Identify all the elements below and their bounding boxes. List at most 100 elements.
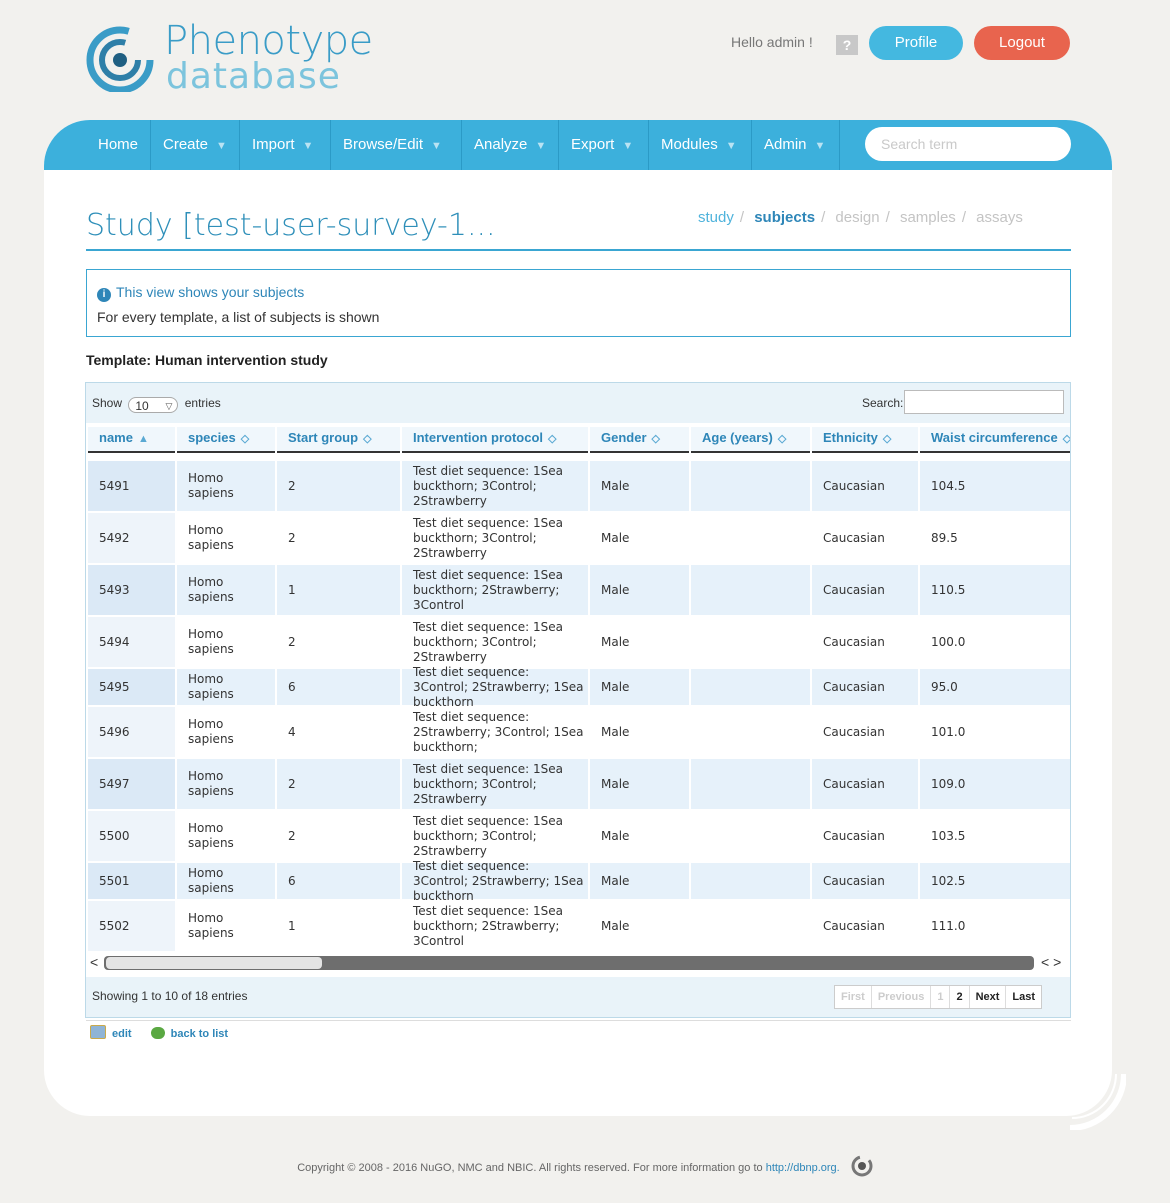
cell-text: 2 (288, 530, 296, 545)
nav-create[interactable]: Create ▼ (163, 120, 227, 170)
cell-text: Test diet sequence: 1Sea buckthorn; 2Str… (413, 567, 563, 612)
col-waist-circumference-cell: 104.5 (920, 461, 1070, 511)
breadcrumb: study / subjects / design / samples / assays (698, 209, 1023, 226)
col-ethnicity-label: Ethnicity (823, 430, 878, 445)
col-waist-circumference-cell: 100.0 (920, 617, 1070, 667)
page-next[interactable]: Next (970, 986, 1007, 1008)
cell-text: Test diet sequence: 1Sea buckthorn; 3Con… (413, 463, 563, 508)
cell-text: Test diet sequence: 1Sea buckthorn; 3Con… (413, 619, 563, 664)
chevron-down-icon: ▼ (622, 140, 634, 152)
crumb-samples[interactable]: samples (900, 209, 956, 226)
footer-link[interactable]: http://dbnp.org. (766, 1162, 840, 1174)
nav-home[interactable]: Home (98, 120, 138, 170)
col-species-cell: Homo sapiens (177, 461, 275, 511)
col-ethnicity-header[interactable]: Ethnicity ◇ (812, 427, 918, 453)
chevron-right-icon[interactable]: <> (1041, 954, 1065, 970)
crumb-subjects[interactable]: subjects (754, 209, 815, 226)
logo-swirl-icon (86, 26, 154, 92)
nav-import[interactable]: Import ▼ (252, 120, 313, 170)
cell-text: Caucasian (823, 634, 885, 649)
table-row[interactable]: 5500 Homo sapiens 2 Test diet sequence: 1Se… (86, 811, 1070, 863)
back-arrow-icon (150, 1027, 165, 1039)
col-species-cell: Homo sapiens (177, 513, 275, 563)
nav-admin[interactable]: Admin ▼ (764, 120, 825, 170)
sort-icon: ◇ (363, 433, 372, 445)
cell-text: Test diet sequence: 3Control; 2Strawberr… (413, 858, 584, 903)
table-row[interactable]: 5497 Homo sapiens 2 Test diet sequence: 1Se… (86, 759, 1070, 811)
page-first[interactable]: First (835, 986, 872, 1008)
profile-button[interactable]: Profile (869, 26, 963, 60)
help-icon[interactable]: ? (836, 35, 858, 55)
nav-analyze[interactable]: Analyze ▼ (474, 120, 546, 170)
nav-modules-label: Modules (661, 136, 718, 153)
table-row[interactable]: 5501 Homo sapiens 6 Test diet sequence: 3Co… (86, 859, 1070, 903)
page-footer: Copyright © 2008 - 2016 NuGO, NMC and NB… (0, 1155, 1170, 1177)
chevron-down-icon: ▼ (535, 140, 547, 152)
table-row[interactable]: 5495 Homo sapiens 6 Test diet sequence: 3Co… (86, 665, 1070, 709)
col-name-cell: 5495 (88, 669, 175, 705)
logout-button[interactable]: Logout (974, 26, 1070, 60)
col-gender-cell: Male (590, 707, 689, 757)
col-waist-circumference-cell: 101.0 (920, 707, 1070, 757)
col-ethnicity-cell: Caucasian (812, 707, 918, 757)
edit-label: edit (112, 1028, 132, 1040)
nav-modules[interactable]: Modules ▼ (661, 120, 737, 170)
entries-select[interactable]: 10 ▽ (128, 397, 179, 413)
sort-icon: ◇ (777, 433, 787, 445)
col-age-header[interactable]: Age (years) ◇ (691, 427, 810, 453)
col-gender-header[interactable]: Gender ◇ (590, 427, 689, 453)
col-start-group-header[interactable]: Start group ◇ (277, 427, 400, 453)
cell-text: Test diet sequence: 1Sea buckthorn; 3Con… (413, 515, 563, 560)
chevron-down-icon: ▼ (431, 140, 442, 152)
col-species-header[interactable]: species ◇ (177, 427, 275, 453)
col-name-cell: 5500 (88, 811, 175, 861)
edit-link[interactable]: edit (90, 1025, 132, 1040)
table-row[interactable]: 5492 Homo sapiens 2 Test diet sequence: 1Se… (86, 513, 1070, 565)
col-intervention-protocol-cell: Test diet sequence: 1Sea buckthorn; 3Con… (402, 811, 588, 861)
col-waist-circumference-cell: 103.5 (920, 811, 1070, 861)
col-name-label: name (99, 430, 133, 445)
cell-text: Homo sapiens (188, 523, 234, 552)
crumb-design[interactable]: design (835, 209, 879, 226)
page-actions: edit back to list (90, 1025, 244, 1040)
corner-decoration (1069, 1073, 1126, 1130)
col-name-header[interactable]: name ▲ (88, 427, 175, 453)
horizontal-scrollbar[interactable]: < <> (86, 953, 1070, 973)
page-1[interactable]: 1 (931, 986, 951, 1008)
nav-admin-label: Admin (764, 136, 807, 153)
col-ethnicity-cell: Caucasian (812, 617, 918, 667)
col-species-cell: Homo sapiens (177, 617, 275, 667)
top-header: Phenotype database Hello admin ! ? Profi… (0, 0, 1170, 110)
col-age-cell (691, 759, 810, 809)
nav-export-label: Export (571, 136, 615, 153)
back-to-list-link[interactable]: back to list (150, 1027, 228, 1040)
cell-text: Homo sapiens (188, 672, 234, 701)
table-row[interactable]: 5494 Homo sapiens 2 Test diet sequence: 1Se… (86, 617, 1070, 669)
col-intervention-protocol-header[interactable]: Intervention protocol ◇ (402, 427, 588, 453)
col-waist-circumference-header[interactable]: Waist circumference ◇ (920, 427, 1070, 453)
crumb-study[interactable]: study (698, 209, 734, 226)
entries-value: 10 (135, 399, 149, 413)
chevron-left-icon[interactable]: < (90, 954, 98, 970)
search-input[interactable]: Search term (865, 127, 1071, 161)
page-last[interactable]: Last (1006, 986, 1041, 1008)
table-search-input[interactable] (904, 390, 1064, 414)
crumb-assays[interactable]: assays (976, 209, 1023, 226)
nav-export[interactable]: Export ▼ (571, 120, 633, 170)
table-row[interactable]: 5502 Homo sapiens 1 Test diet sequence: 1Se… (86, 901, 1070, 953)
scroll-thumb[interactable] (106, 957, 322, 969)
page-2[interactable]: 2 (950, 986, 970, 1008)
col-start-group-cell: 1 (277, 565, 400, 615)
table-row[interactable]: 5491 Homo sapiens 2 Test diet sequence: 1Se… (86, 461, 1070, 513)
phenotype-logo[interactable]: Phenotype database (86, 18, 373, 102)
nav-browse-edit[interactable]: Browse/Edit ▼ (343, 120, 442, 170)
col-gender-cell: Male (590, 617, 689, 667)
col-waist-circumference-cell: 111.0 (920, 901, 1070, 951)
cell-text: Caucasian (823, 530, 885, 545)
table-row[interactable]: 5496 Homo sapiens 4 Test diet sequence: 2St… (86, 707, 1070, 759)
actions-divider (86, 1020, 1071, 1021)
sort-icon: ◇ (882, 433, 892, 445)
table-row[interactable]: 5493 Homo sapiens 1 Test diet sequence: 1Se… (86, 565, 1070, 617)
page-previous[interactable]: Previous (872, 986, 932, 1008)
cell-text: 2 (288, 478, 296, 493)
